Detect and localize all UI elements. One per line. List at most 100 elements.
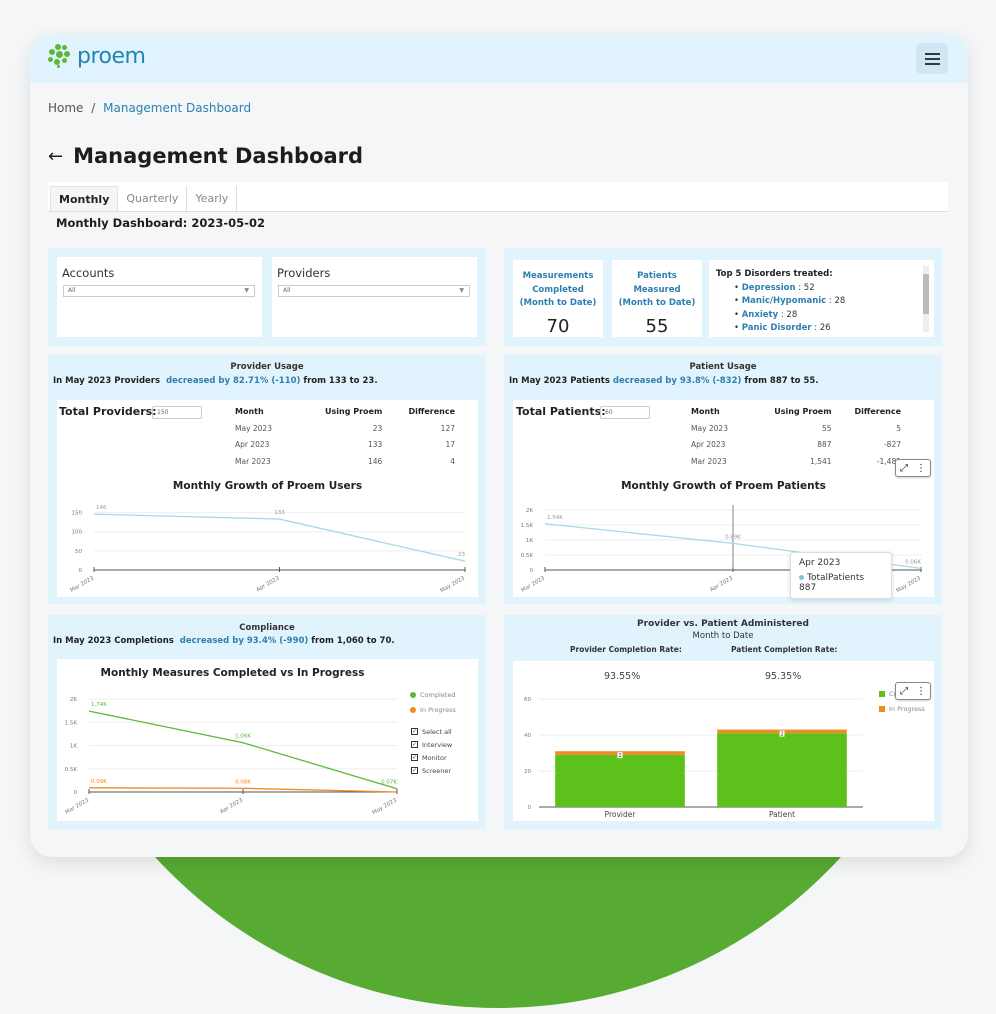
measurements-kpi-value: 70 (546, 316, 570, 337)
provider-rate-value: 93.55% (604, 671, 641, 682)
table-row: May 2023 55 5 (691, 423, 901, 433)
disorders-heading: Top 5 Disorders treated: (716, 269, 833, 279)
disorders-scrollbar[interactable] (923, 266, 929, 332)
x-tick-label: May 2023 (896, 575, 923, 594)
administered-chart-card: 93.55% 95.35% 02040602Provider2Patient C… (513, 661, 934, 821)
patient-rate-value: 95.35% (765, 671, 802, 682)
provider-usage-table: Month Using Proem Difference May 2023 23 127… (235, 403, 455, 470)
page-title-row: ← Management Dashboard (48, 144, 363, 168)
accounts-label: Accounts (62, 266, 115, 280)
x-tick-label: Apr 2023 (256, 575, 281, 593)
providers-label: Providers (277, 266, 331, 280)
visual-controls: ⤢ ⋮ (895, 682, 931, 700)
measures-chart: 0 0.5K 1K 1.5K 2K Mar 2023 Apr 2023 May 2023 1.7… (64, 697, 399, 815)
legend-item-completed[interactable]: Completed (410, 687, 456, 702)
data-label: 1.06K (235, 734, 251, 740)
disorder-item: • Anxiety : 28 (734, 309, 798, 320)
administered-panel: Provider vs. Patient Administered Month … (504, 615, 942, 829)
patient-usage-summary: In May 2023 Patients decreased by 93.8% … (509, 376, 819, 386)
y-tick-label: 0.5K (65, 767, 78, 773)
checkbox-interview[interactable]: ✓ Interview (411, 738, 452, 751)
total-patients-input[interactable]: 60 (600, 406, 650, 419)
measurements-kpi-title: Measurements Completed (Month to Date) (519, 271, 597, 308)
tab-monthly[interactable]: Monthly (50, 186, 119, 211)
provider-usage-panel: Provider Usage In May 2023 Providers dec… (48, 355, 486, 604)
provider-rate-label: Provider Completion Rate: (570, 645, 682, 654)
providers-growth-chart: 0 50 100 150 Mar 2023 Apr 2023 May 2023 146 133 2… (69, 505, 467, 594)
x-tick-label: Apr 2023 (219, 797, 244, 815)
y-tick-label: 2K (526, 508, 533, 514)
checkbox-checked-icon: ✓ (411, 767, 418, 774)
y-tick-label: 50 (75, 549, 82, 555)
patient-usage-panel: Patient Usage In May 2023 Patients decre… (504, 355, 942, 604)
y-tick-label: 0 (530, 568, 534, 574)
accounts-select[interactable]: All ▼ (63, 285, 255, 297)
providers-select[interactable]: All ▼ (278, 285, 470, 297)
breadcrumb-current[interactable]: Management Dashboard (103, 101, 251, 115)
data-label: 0.08K (235, 779, 251, 785)
y-tick-label: 0 (74, 790, 78, 796)
bar-completed (717, 733, 847, 807)
more-options-icon[interactable]: ⋮ (916, 686, 926, 697)
y-tick-label: 100 (72, 530, 83, 536)
y-tick-label: 60 (524, 697, 531, 703)
app-window: proem Home / Management Dashboard ← Mana… (30, 34, 968, 857)
table-row: Mar 2023 1,541 -1,481 (691, 456, 901, 466)
series-dot-icon (799, 575, 804, 580)
arrow-left-icon[interactable]: ← (48, 146, 63, 167)
y-tick-label: 0 (79, 568, 83, 574)
top-bar: proem (30, 34, 968, 83)
compliance-chart-title: Monthly Measures Completed vs In Progres… (100, 667, 365, 679)
y-tick-label: 1.5K (65, 720, 78, 726)
compliance-legend: Completed In Progress (410, 687, 456, 717)
patients-kpi-value: 55 (645, 316, 669, 337)
x-tick-label: Patient (769, 810, 795, 819)
tab-quarterly[interactable]: Quarterly (118, 186, 188, 211)
series-line-providers (93, 513, 466, 562)
chevron-down-icon: ▼ (244, 287, 249, 294)
compliance-title: Compliance (239, 623, 295, 633)
providers-chart-title: Monthly Growth of Proem Users (172, 480, 363, 492)
chevron-down-icon: ▼ (459, 287, 464, 294)
y-tick-label: 1K (70, 744, 77, 750)
table-header-row: Month Using Proem Difference (235, 407, 455, 416)
data-label: 146 (96, 505, 107, 511)
administered-title: Provider vs. Patient Administered (637, 619, 809, 629)
legend-item-in-progress[interactable]: In Progress (879, 701, 925, 716)
menu-button[interactable] (916, 43, 948, 74)
table-row: May 2023 23 127 (235, 423, 455, 433)
y-tick-label: 1K (526, 538, 533, 544)
administered-subtitle: Month to Date (692, 631, 754, 641)
tooltip-row: TotalPatients 887 (799, 573, 865, 593)
data-label: 0.09K (91, 779, 107, 785)
y-tick-label: 2K (70, 697, 77, 703)
expand-icon[interactable]: ⤢ (900, 686, 908, 697)
disorder-item: • Manic/Hypomanic : 28 (734, 296, 846, 306)
patient-usage-table: Month Using Proem Difference May 2023 55 5 A… (691, 403, 901, 470)
proem-logo[interactable]: proem (46, 43, 146, 69)
checkbox-screener[interactable]: ✓ Screener (411, 764, 452, 777)
provider-usage-title: Provider Usage (230, 362, 304, 372)
data-label: 2 (780, 732, 783, 738)
provider-usage-card: Total Providers: 150 Month Using Proem Dif… (57, 400, 478, 597)
breadcrumb-home[interactable]: Home (48, 101, 83, 115)
total-providers-input[interactable]: 150 (152, 406, 202, 419)
x-tick-label: Mar 2023 (64, 797, 90, 815)
x-tick-label: May 2023 (372, 797, 399, 815)
x-tick-label: May 2023 (440, 575, 467, 594)
patient-usage-title: Patient Usage (689, 362, 757, 372)
data-label: 0.07K (381, 780, 397, 786)
total-providers-label: Total Providers: (59, 405, 157, 418)
more-options-icon[interactable]: ⋮ (916, 463, 926, 474)
y-tick-label: 0 (528, 805, 532, 811)
tab-yearly[interactable]: Yearly (187, 186, 238, 211)
data-label: 0.89K (725, 534, 741, 540)
y-tick-label: 1.5K (521, 523, 534, 529)
checkbox-monitor[interactable]: ✓ Monitor (411, 751, 452, 764)
legend-item-in-progress[interactable]: In Progress (410, 702, 456, 717)
provider-usage-summary: In May 2023 Providers decreased by 82.71… (53, 376, 378, 386)
expand-icon[interactable]: ⤢ (900, 463, 908, 474)
checkbox-select-all[interactable]: ✓ Select all (411, 725, 452, 738)
patients-kpi-card: Patients Measured (Month to Date) 55 (612, 260, 702, 337)
providers-filter-card: Providers All ▼ (272, 257, 477, 337)
